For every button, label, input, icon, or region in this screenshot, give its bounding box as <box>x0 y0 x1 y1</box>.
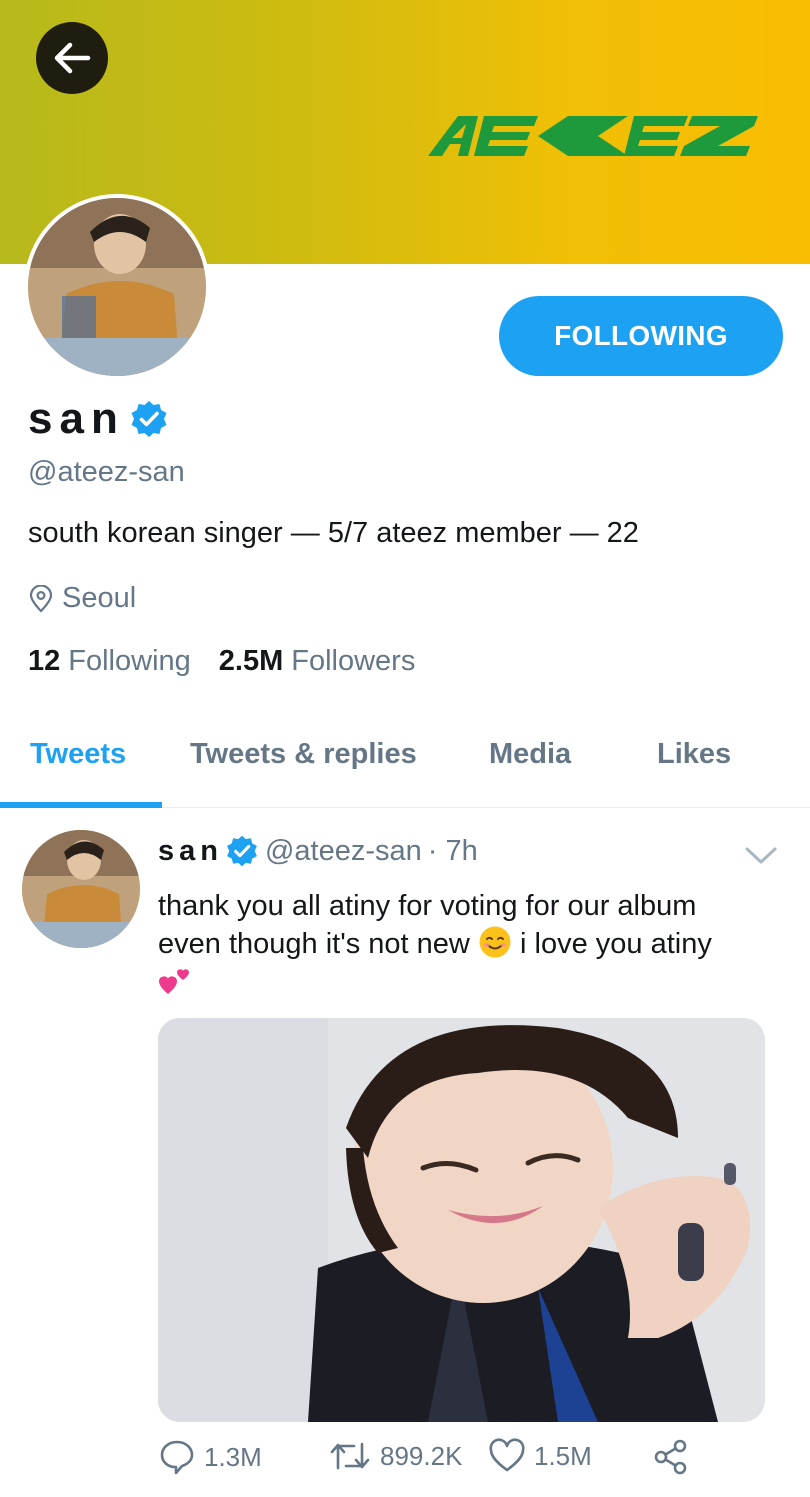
profile-location: Seoul <box>28 582 136 615</box>
tab-media[interactable]: Media <box>489 738 571 771</box>
profile-avatar[interactable] <box>24 194 210 380</box>
following-label: Following <box>68 645 191 677</box>
hearts-emoji-icon <box>159 969 189 994</box>
profile-tabs: Tweets Tweets & replies Media Likes <box>0 722 810 808</box>
profile-stats: 12 Following 2.5M Followers <box>28 645 415 678</box>
avatar-photo <box>28 198 206 376</box>
retweet-button[interactable]: 899.2K <box>328 1438 462 1474</box>
tweet-avatar-photo <box>22 830 140 948</box>
share-icon <box>654 1439 687 1475</box>
like-button[interactable]: 1.5M <box>488 1438 592 1474</box>
tweet-text-part: even though it's not new <box>158 928 470 960</box>
tweet-text-line: even though it's not new i love you atin… <box>158 925 768 963</box>
like-icon <box>489 1438 525 1472</box>
following-count: 12 <box>28 645 61 677</box>
back-arrow-icon <box>54 42 91 74</box>
profile-bio: south korean singer — 5/7 ateez member —… <box>28 517 639 549</box>
tab-tweets-replies[interactable]: Tweets & replies <box>190 738 417 771</box>
tab-likes[interactable]: Likes <box>657 738 731 771</box>
tweet-timestamp: · 7h <box>427 834 478 867</box>
tweet-text-line <box>158 963 768 1000</box>
share-button[interactable] <box>652 1438 690 1476</box>
tweet-card[interactable]: san @ateez-san · 7h thank you all atiny … <box>0 810 810 1497</box>
tweet-actions: 1.3M 899.2K 1.5M <box>158 1438 718 1484</box>
tweet-avatar[interactable] <box>22 830 140 948</box>
verified-icon <box>227 835 257 867</box>
tweet-photo-image <box>158 1018 765 1422</box>
chevron-down-icon[interactable] <box>744 846 778 866</box>
profile-display-name: san <box>28 394 169 444</box>
reply-count: 1.3M <box>204 1441 262 1472</box>
retweet-count: 899.2K <box>380 1440 463 1471</box>
retweet-icon <box>330 1442 370 1470</box>
back-button[interactable] <box>36 22 108 94</box>
tweet-author-name[interactable]: san <box>158 835 223 868</box>
smiling-emoji-icon <box>479 926 511 958</box>
ateez-logo <box>428 116 758 156</box>
tab-tweets[interactable]: Tweets <box>30 738 126 771</box>
location-text: Seoul <box>62 582 137 614</box>
following-button[interactable]: FOLLOWING <box>499 296 783 376</box>
tweet-author-handle[interactable]: @ateez-san <box>265 835 422 868</box>
reply-button[interactable]: 1.3M <box>158 1438 262 1476</box>
tweet-header: san @ateez-san · 7h <box>158 834 478 868</box>
reply-icon <box>160 1440 194 1475</box>
followers-stat[interactable]: 2.5M Followers <box>219 645 416 678</box>
tweet-media-photo[interactable] <box>158 1018 765 1422</box>
tweet-text-line: thank you all atiny for voting for our a… <box>158 890 697 922</box>
location-pin-icon <box>29 584 53 613</box>
followers-label: Followers <box>291 645 416 677</box>
profile-handle: @ateez-san <box>28 456 185 488</box>
active-tab-indicator <box>0 802 162 808</box>
followers-count: 2.5M <box>218 645 284 677</box>
tweet-text-part: i love you atiny <box>520 928 712 960</box>
tweet-text: thank you all atiny for voting for our a… <box>158 888 768 1000</box>
profile-name-text: san <box>28 394 125 443</box>
verified-icon <box>131 401 167 437</box>
like-count: 1.5M <box>534 1440 592 1471</box>
following-stat[interactable]: 12 Following <box>28 645 191 678</box>
